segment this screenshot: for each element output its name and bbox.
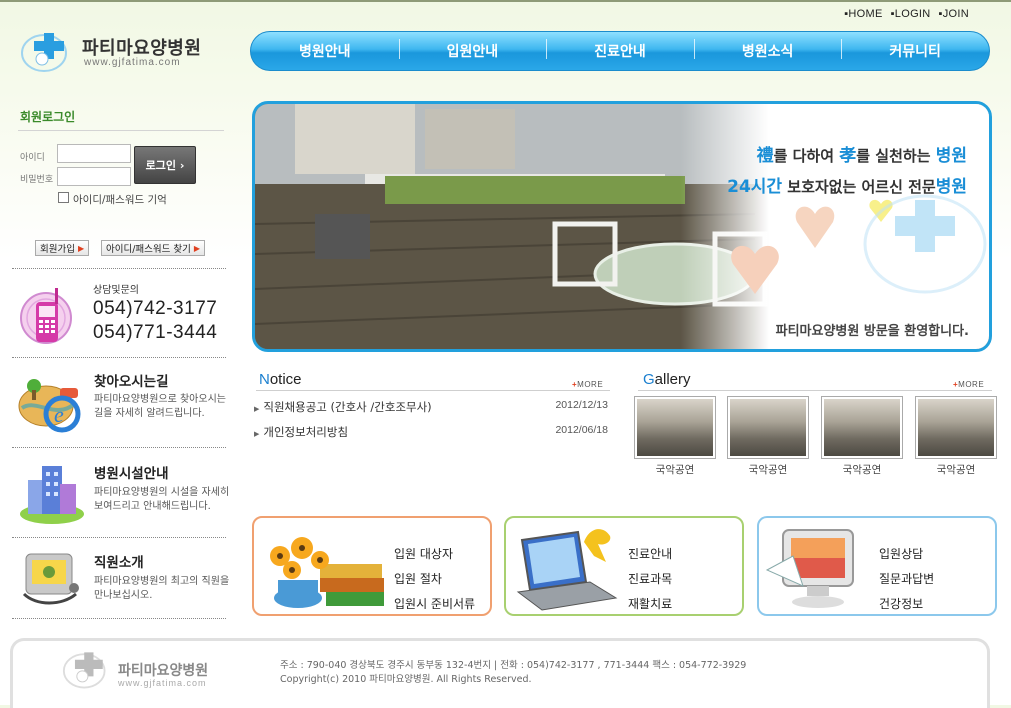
banner-slogan-2: 24시간 보호자없는 어르신 전문병원 — [727, 177, 967, 197]
main-nav: 병원안내 입원안내 진료안내 병원소식 커뮤니티 — [250, 31, 990, 71]
join-button[interactable]: 회원가입 ▶ — [35, 240, 90, 256]
logo-url: www.gjfatima.com — [84, 57, 181, 68]
quick-link-admission-procedure[interactable]: 입원 절차 — [394, 567, 475, 592]
footer-address: 주소 : 790-040 경상북도 경주시 동부동 132-4번지 | 전화 :… — [280, 660, 747, 671]
bullet-icon: ▶ — [254, 430, 260, 438]
login-button[interactable]: 로그인 › — [134, 146, 196, 184]
footer-logo-name: 파티마요양병원 — [118, 663, 209, 679]
gallery-caption: 국악공연 — [748, 464, 788, 476]
divider — [12, 447, 226, 448]
side-menu-facilities[interactable]: 병원시설안내 파티마요양병원의 시설을 자세히 보여드리고 안내해드립니다. — [12, 452, 232, 534]
nav-hospital-news[interactable]: 병원소식 — [693, 39, 842, 61]
nav-hospital-info[interactable]: 병원안내 — [251, 41, 399, 61]
home-link[interactable]: ▪HOME — [844, 8, 882, 20]
quick-link-health-info[interactable]: 건강정보 — [879, 592, 934, 617]
remember-label: 아이디/패스워드 기억 — [73, 194, 167, 206]
divider — [638, 390, 992, 391]
join-link[interactable]: ▪JOIN — [939, 8, 969, 20]
divider — [12, 268, 226, 269]
side-menu-description: 파티마요양병원으로 찾아오시는길을 자세히 알려드립니다. — [94, 394, 226, 419]
divider — [256, 390, 610, 391]
divider — [18, 130, 224, 131]
quick-links: 진료안내 진료과목 재활치료 — [628, 542, 672, 617]
gallery-more-link[interactable]: +MORE — [953, 380, 984, 389]
id-input[interactable] — [57, 144, 131, 163]
gallery-title: Gallery — [643, 371, 691, 388]
password-input[interactable] — [57, 167, 131, 186]
side-menu-description: 파티마요양병원의 시설을 자세히 보여드리고 안내해드립니다. — [94, 487, 230, 512]
contact-label: 상담및문의 — [93, 285, 139, 296]
gallery-thumbnail[interactable] — [915, 396, 997, 459]
site-logo[interactable]: 파티마요양병원 www.gjfatima.com — [20, 27, 230, 77]
laptop-icon — [516, 529, 618, 611]
banner-welcome: 파티마요양병원 방문을 환영합니다. — [775, 324, 969, 339]
quick-link-qna[interactable]: 질문과답변 — [879, 567, 934, 592]
login-title: 회원로그인 — [20, 110, 76, 124]
side-menu-description: 파티마요양병원의 최고의 직원을 만나보십시오. — [94, 576, 230, 601]
quick-links: 입원 대상자 입원 절차 입원시 준비서류 — [394, 542, 475, 617]
quick-box-treatment: 진료안내 진료과목 재활치료 — [504, 516, 744, 616]
side-menu-title: 찾아오시는길 — [94, 374, 169, 390]
gallery-thumbnail[interactable] — [727, 396, 809, 459]
phone-number-1: 054)742-3177 — [93, 298, 218, 319]
notice-row[interactable]: ▶ 직원채용공고 (간호사 /간호조무사) 2012/12/13 — [254, 399, 608, 415]
notice-row[interactable]: ▶ 개인정보처리방침 2012/06/18 — [254, 424, 608, 440]
logo-cross-icon — [21, 33, 67, 72]
bullet-icon: ▶ — [254, 405, 260, 413]
gallery-thumbnail[interactable] — [821, 396, 903, 459]
footer-logo-icon — [62, 652, 106, 689]
quick-link-admission-target[interactable]: 입원 대상자 — [394, 542, 475, 567]
nav-treatment-info[interactable]: 진료안내 — [546, 39, 694, 61]
quick-link-treatment-info[interactable]: 진료안내 — [628, 542, 672, 567]
map-globe-icon: e — [18, 379, 81, 433]
monitor-icon — [765, 529, 854, 608]
remember-checkbox[interactable] — [58, 192, 69, 203]
footer-copyright: Copyright(c) 2010 파티마요양병원. All Rights Re… — [280, 674, 532, 685]
top-border — [0, 0, 1011, 2]
gallery-thumbnail[interactable] — [634, 396, 716, 459]
quick-box-admission: 입원 대상자 입원 절차 입원시 준비서류 — [252, 516, 492, 616]
login-link[interactable]: ▪LOGIN — [891, 8, 931, 20]
quick-box-counsel: 입원상담 질문과답변 건강정보 — [757, 516, 997, 616]
phone-icon — [20, 288, 72, 344]
password-label: 비밀번호 — [20, 175, 54, 185]
side-menu-title: 직원소개 — [94, 555, 144, 571]
pda-device-icon — [22, 553, 79, 605]
divider — [12, 618, 226, 619]
main-banner: 禮를 다하여 孝를 실천하는 병원 24시간 보호자없는 어르신 전문병원 파티… — [252, 101, 992, 352]
gallery-caption: 국악공연 — [936, 464, 976, 476]
phone-number-2: 054)771-3444 — [93, 322, 218, 343]
divider — [12, 537, 226, 538]
notice-title: Notice — [259, 371, 302, 388]
banner-slogan-1: 禮를 다하여 孝를 실천하는 병원 — [756, 146, 967, 166]
quick-link-rehab[interactable]: 재활치료 — [628, 592, 672, 617]
nav-community[interactable]: 커뮤니티 — [841, 39, 989, 61]
building-icon — [20, 466, 84, 524]
notice-more-link[interactable]: +MORE — [572, 380, 603, 389]
quick-link-departments[interactable]: 진료과목 — [628, 567, 672, 592]
quick-links: 입원상담 질문과답변 건강정보 — [879, 542, 934, 617]
quick-link-admission-documents[interactable]: 입원시 준비서류 — [394, 592, 475, 617]
side-menu-staff[interactable]: 직원소개 파티마요양병원의 최고의 직원을 만나보십시오. — [12, 542, 232, 616]
side-menu-directions[interactable]: e 찾아오시는길 파티마요양병원으로 찾아오시는길을 자세히 알려드립니다. — [12, 362, 232, 444]
find-account-button[interactable]: 아이디/패스워드 찾기 ▶ — [101, 240, 206, 256]
utility-links: ▪HOME ▪LOGIN ▪JOIN — [844, 8, 969, 20]
svg-text:e: e — [54, 402, 64, 427]
side-menu-title: 병원시설안내 — [94, 466, 169, 482]
divider — [12, 357, 226, 358]
gallery-caption: 국악공연 — [655, 464, 695, 476]
id-label: 아이디 — [20, 153, 45, 163]
flowers-books-icon — [266, 534, 384, 608]
footer-logo-url: www.gjfatima.com — [118, 678, 207, 688]
quick-link-consultation[interactable]: 입원상담 — [879, 542, 934, 567]
gallery-caption: 국악공연 — [842, 464, 882, 476]
nav-admission-info[interactable]: 입원안내 — [398, 39, 547, 61]
